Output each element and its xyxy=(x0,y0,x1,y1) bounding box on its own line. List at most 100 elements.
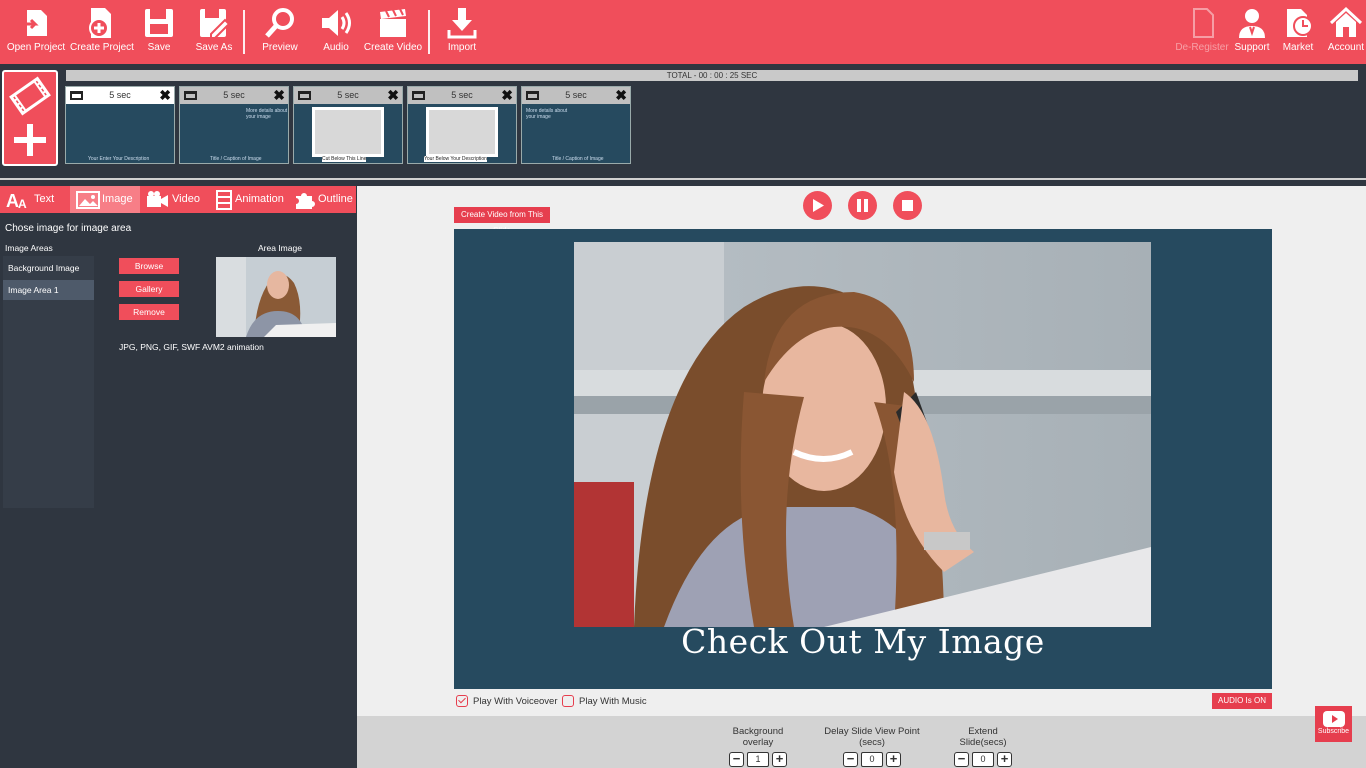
image-icon xyxy=(76,191,100,209)
delete-slide-icon[interactable]: ✖ xyxy=(387,87,399,104)
slide-thumbnail[interactable]: 5 sec ✖ Your Below Your Description xyxy=(407,86,517,164)
document-icon xyxy=(1193,8,1214,38)
tab-animation[interactable]: Animation xyxy=(208,186,288,213)
plus-icon xyxy=(14,124,46,156)
caption-icon xyxy=(70,91,83,100)
total-duration: TOTAL - 00 : 00 : 25 SEC xyxy=(66,70,1358,81)
speaker-icon xyxy=(322,10,351,36)
image-area-1[interactable]: Image Area 1 xyxy=(3,280,94,300)
play-button[interactable] xyxy=(803,191,832,220)
tab-text[interactable]: AA Text xyxy=(0,186,70,213)
play-with-voiceover-label: Play With Voiceover xyxy=(473,696,558,707)
delete-slide-icon[interactable]: ✖ xyxy=(273,87,285,104)
save-label: Save xyxy=(147,42,171,53)
tab-video[interactable]: Video xyxy=(140,186,208,213)
increment-button[interactable]: + xyxy=(886,752,901,767)
youtube-subscribe-button[interactable]: Subscribe xyxy=(1315,706,1352,742)
delay-slide-value[interactable]: 0 xyxy=(861,752,883,767)
slide-caption-text[interactable]: Check Out My Image xyxy=(454,622,1272,661)
film-strip-icon xyxy=(9,76,51,116)
slide-thumbnail[interactable]: 5 sec ✖ Your Enter Your Description xyxy=(65,86,175,164)
property-tabs: AA Text Image Video Animation Outline xyxy=(0,186,356,213)
slide-preview: Your Below Your Description xyxy=(408,104,516,163)
slide-canvas[interactable]: Check Out My Image xyxy=(454,229,1272,689)
background-overlay-setting: Background overlay − 1 + xyxy=(717,726,799,767)
magnifier-icon xyxy=(265,8,294,38)
audio-toggle-button[interactable]: AUDIO Is ON xyxy=(1212,693,1272,709)
delete-slide-icon[interactable]: ✖ xyxy=(501,87,513,104)
slide-header: 5 sec ✖ xyxy=(294,87,402,104)
pause-button[interactable] xyxy=(848,191,877,220)
increment-button[interactable]: + xyxy=(772,752,787,767)
create-project-button[interactable]: Create Project xyxy=(70,4,134,60)
slide-preview: Cut Below This Line xyxy=(294,104,402,163)
create-video-label: Create Video xyxy=(363,42,423,53)
slide-editor: Create Video from This Slide xyxy=(357,186,1366,716)
increment-button[interactable]: + xyxy=(997,752,1012,767)
slide-thumbnail[interactable]: 5 sec ✖ More details about your image Titl… xyxy=(521,86,631,164)
play-with-music-label: Play With Music xyxy=(579,696,647,707)
app-window: Open Project Create Project Save Save As… xyxy=(0,0,1366,768)
create-video-from-slide-button[interactable]: Create Video from This Slide xyxy=(454,207,550,235)
woman-on-phone-photo xyxy=(574,242,1151,627)
save-as-button[interactable]: Save As xyxy=(184,4,244,60)
main-toolbar: Open Project Create Project Save Save As… xyxy=(0,0,1366,64)
tab-image[interactable]: Image xyxy=(70,186,140,213)
extend-slide-stepper: − 0 + xyxy=(945,752,1021,767)
delay-slide-label: Delay Slide View Point (secs) xyxy=(824,726,920,748)
toolbar-divider xyxy=(428,10,430,54)
background-overlay-label: Background overlay xyxy=(732,726,784,748)
home-icon xyxy=(1329,6,1363,37)
slide-image-placeholder xyxy=(426,107,498,157)
delete-slide-icon[interactable]: ✖ xyxy=(159,87,171,104)
slide-thumbnail[interactable]: 5 sec ✖ More details about your image Titl… xyxy=(179,86,289,164)
stop-button[interactable] xyxy=(893,191,922,220)
open-project-button[interactable]: Open Project xyxy=(6,4,66,60)
tab-outline[interactable]: Outline xyxy=(288,186,356,213)
area-image-preview xyxy=(216,257,336,337)
image-areas-label: Image Areas xyxy=(5,243,53,253)
add-slide-button[interactable] xyxy=(2,70,58,166)
tab-animation-label: Animation xyxy=(235,193,284,205)
decrement-button[interactable]: − xyxy=(729,752,744,767)
tab-video-label: Video xyxy=(172,193,200,205)
extend-slide-label: Extend Slide(secs) xyxy=(959,726,1007,748)
save-as-icon xyxy=(200,9,231,39)
create-video-button[interactable]: Create Video xyxy=(363,4,423,60)
play-with-music-checkbox[interactable]: Play With Music xyxy=(562,695,647,709)
decrement-button[interactable]: − xyxy=(843,752,858,767)
save-button[interactable]: Save xyxy=(129,4,189,60)
supported-formats: JPG, PNG, GIF, SWF AVM2 animation xyxy=(119,342,264,352)
background-overlay-value[interactable]: 1 xyxy=(747,752,769,767)
delete-slide-icon[interactable]: ✖ xyxy=(615,87,627,104)
import-button[interactable]: Import xyxy=(432,4,492,60)
preview-button[interactable]: Preview xyxy=(250,4,310,60)
slide-caption: Title / Caption of Image xyxy=(552,156,604,162)
play-with-voiceover-checkbox[interactable]: Play With Voiceover xyxy=(456,695,557,709)
preview-label: Preview xyxy=(262,42,298,53)
slide-caption: Your Below Your Description xyxy=(424,156,487,162)
account-button[interactable]: Account xyxy=(1316,4,1366,60)
audio-button[interactable]: Audio xyxy=(306,4,366,60)
slide-duration: 5 sec xyxy=(109,90,131,100)
gallery-button[interactable]: Gallery xyxy=(119,281,179,297)
delay-slide-setting: Delay Slide View Point (secs) − 0 + xyxy=(815,726,929,767)
checkbox-icon xyxy=(456,695,468,708)
slide-duration: 5 sec xyxy=(223,90,245,100)
panel-title: Chose image for image area xyxy=(5,223,132,234)
remove-button[interactable]: Remove xyxy=(119,304,179,320)
tab-outline-label: Outline xyxy=(318,193,353,205)
browse-button[interactable]: Browse xyxy=(119,258,179,274)
subscribe-label: Subscribe xyxy=(1317,728,1350,735)
extend-slide-value[interactable]: 0 xyxy=(972,752,994,767)
tab-image-label: Image xyxy=(102,193,133,205)
slide-thumbnail[interactable]: 5 sec ✖ Cut Below This Line xyxy=(293,86,403,164)
image-area-background[interactable]: Background Image xyxy=(3,258,94,278)
support-person-icon xyxy=(1239,9,1265,38)
account-label: Account xyxy=(1327,42,1365,53)
slide-duration: 5 sec xyxy=(565,90,587,100)
audio-label: Audio xyxy=(323,42,349,53)
slide-image[interactable] xyxy=(574,242,1151,627)
decrement-button[interactable]: − xyxy=(954,752,969,767)
slide-preview: More details about your image Title / Cap… xyxy=(180,104,288,163)
